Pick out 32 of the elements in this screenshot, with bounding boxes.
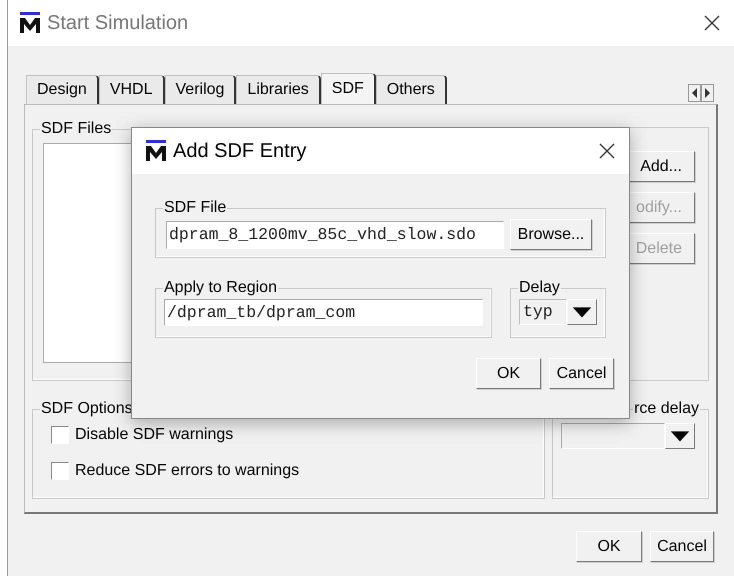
tab-scroll-arrows-icon[interactable]	[688, 84, 714, 102]
group-label: Delay	[518, 278, 561, 298]
region-field[interactable]: /dpram_tb/dpram_com	[164, 299, 483, 326]
group-label: rce delay	[633, 399, 700, 419]
tab[interactable]: Others	[376, 75, 447, 104]
checkbox-label: Reduce SDF errors to warnings	[75, 461, 300, 481]
dialog-title: Add SDF Entry	[173, 139, 306, 164]
delay-select[interactable]: typ	[519, 299, 567, 325]
checkbox-label: Disable SDF warnings	[75, 425, 234, 445]
sdf-file-field[interactable]: dpram_8_1200mv_85c_vhd_slow.sdo	[166, 220, 504, 248]
tab[interactable]: VHDL	[98, 75, 164, 104]
checkbox[interactable]	[51, 462, 69, 480]
group-label: Apply to Region	[163, 278, 278, 298]
tab[interactable]: SDF	[320, 73, 376, 104]
group-label: SDF Files	[40, 119, 112, 139]
logo-icon	[145, 140, 167, 162]
tab[interactable]: Verilog	[164, 75, 236, 104]
tab[interactable]: Libraries	[236, 75, 321, 104]
delay-combo-field[interactable]	[561, 423, 665, 449]
group-label: SDF File	[163, 198, 228, 218]
button[interactable]: Cancel	[650, 531, 714, 562]
button[interactable]: Browse...	[510, 219, 592, 250]
tab[interactable]: Design	[26, 75, 99, 104]
logo-icon	[19, 12, 41, 34]
close-icon[interactable]	[599, 143, 615, 159]
button[interactable]: OK	[476, 358, 541, 389]
button[interactable]: Cancel	[549, 358, 614, 389]
button[interactable]: OK	[576, 531, 642, 562]
close-icon[interactable]	[704, 15, 720, 31]
checkbox[interactable]	[51, 426, 69, 444]
group-label: SDF Options	[40, 399, 134, 419]
window-title: Start Simulation	[47, 11, 188, 36]
